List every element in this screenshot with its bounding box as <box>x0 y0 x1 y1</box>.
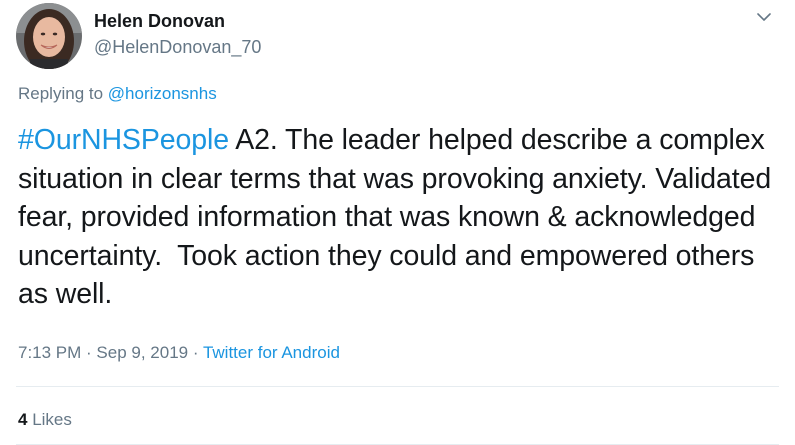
reply-mention-link[interactable]: @horizonsnhs <box>108 84 217 103</box>
author-handle[interactable]: @HelenDonovan_70 <box>94 36 261 58</box>
meta-separator: · <box>188 343 203 362</box>
hashtag-link[interactable]: #OurNHSPeople <box>18 124 229 156</box>
tweet-header: Helen Donovan @HelenDonovan_70 <box>16 3 261 69</box>
avatar-image <box>16 3 82 69</box>
likes-stat[interactable]: 4 Likes <box>18 409 72 431</box>
meta-separator: · <box>81 343 97 362</box>
chevron-down-icon[interactable] <box>755 10 773 24</box>
tweet-metadata: 7:13 PM · Sep 9, 2019 · Twitter for Andr… <box>18 342 340 364</box>
tweet-date[interactable]: Sep 9, 2019 <box>96 343 188 362</box>
tweet-time[interactable]: 7:13 PM <box>18 343 81 362</box>
likes-label: Likes <box>27 410 72 429</box>
tweet-text: #OurNHSPeople A2. The leader helped desc… <box>18 121 778 314</box>
tweet-card: Helen Donovan @HelenDonovan_70 Replying … <box>0 0 795 445</box>
reply-context: Replying to @horizonsnhs <box>18 83 217 105</box>
divider <box>16 386 779 387</box>
author-display-name[interactable]: Helen Donovan <box>94 10 261 32</box>
tweet-source-link[interactable]: Twitter for Android <box>203 343 340 362</box>
reply-prefix: Replying to <box>18 84 108 103</box>
author-names: Helen Donovan @HelenDonovan_70 <box>94 10 261 58</box>
avatar[interactable] <box>16 3 82 69</box>
